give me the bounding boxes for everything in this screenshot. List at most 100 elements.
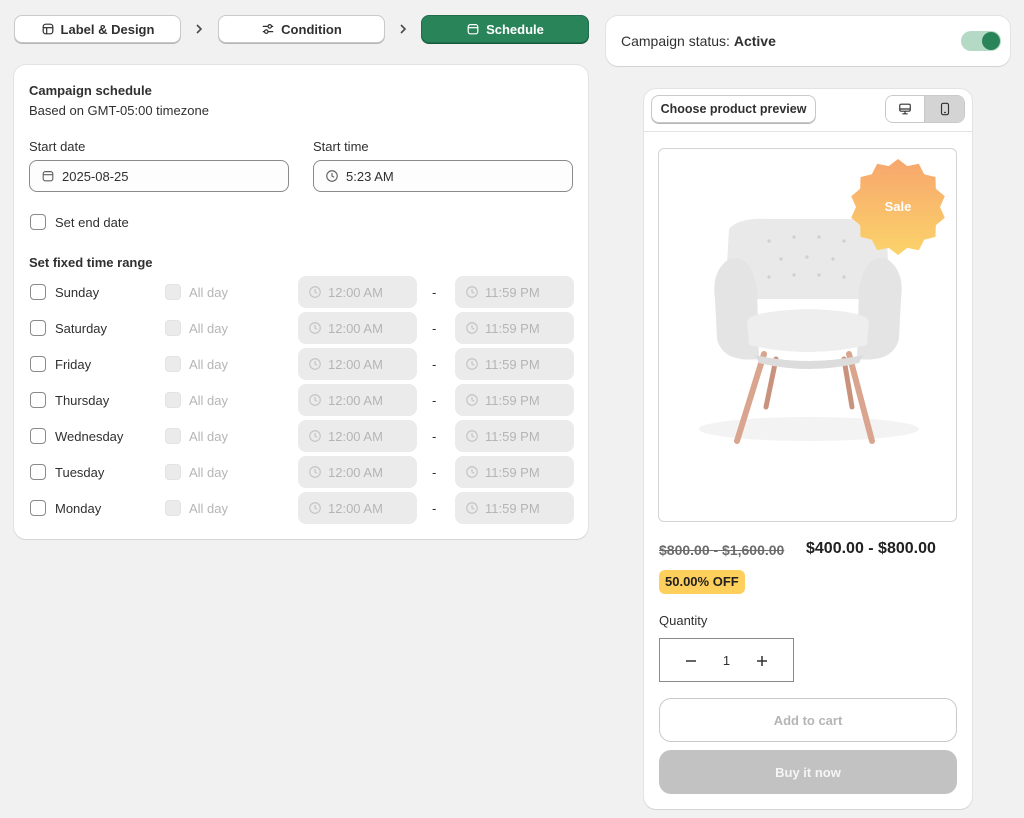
to-time-field[interactable]: 11:59 PM [455,420,574,452]
step-schedule[interactable]: Schedule [421,15,589,43]
all-day-checkbox[interactable] [165,320,181,336]
clock-icon [309,286,321,298]
all-day-checkbox[interactable] [165,464,181,480]
plus-icon[interactable] [755,654,769,668]
calendar-icon [467,24,479,35]
to-time-value: 11:59 PM [485,392,540,408]
sliders-icon [262,24,274,34]
all-day-checkbox[interactable] [165,428,181,444]
to-time-field[interactable]: 11:59 PM [455,348,574,380]
from-time-value: 12:00 AM [328,500,383,516]
sale-badge: Sale [848,157,948,257]
all-day-checkbox[interactable] [165,392,181,408]
start-time-label: Start time [313,139,369,154]
to-time-field[interactable]: 11:59 PM [455,492,574,524]
step-label: Condition [281,21,342,37]
all-day-label: All day [189,321,229,336]
all-day-label: All day [189,465,229,480]
clock-icon [466,502,478,514]
day-label: Monday [55,501,102,516]
from-time-field[interactable]: 12:00 AM [298,312,417,344]
chevron-right-icon [400,24,407,34]
all-day-label: All day [189,357,229,372]
buy-now-button[interactable]: Buy it now [659,750,957,794]
day-checkbox[interactable] [30,500,46,516]
preview-card: Choose product preview Sale $800.00 - $1… [644,89,972,809]
day-checkbox[interactable] [30,464,46,480]
from-time-value: 12:00 AM [328,356,383,372]
mobile-icon [940,102,949,116]
add-to-cart-button[interactable]: Add to cart [659,698,957,742]
day-checkbox[interactable] [30,320,46,336]
all-day-checkbox[interactable] [165,284,181,300]
status-toggle[interactable] [961,31,1001,51]
clock-icon [309,466,321,478]
from-time-field[interactable]: 12:00 AM [298,492,417,524]
mobile-view-button[interactable] [925,96,964,122]
from-time-field[interactable]: 12:00 AM [298,276,417,308]
to-time-field[interactable]: 11:59 PM [455,456,574,488]
day-checkbox[interactable] [30,284,46,300]
from-time-value: 12:00 AM [328,320,383,336]
from-time-value: 12:00 AM [328,428,383,444]
day-label: Wednesday [55,429,124,444]
sale-price: $400.00 - $800.00 [806,540,936,557]
range-separator: - [432,465,437,480]
all-day-checkbox[interactable] [165,500,181,516]
day-label: Saturday [55,321,108,336]
to-time-field[interactable]: 11:59 PM [455,384,574,416]
label-icon [42,23,53,35]
end-date-checkbox[interactable] [30,214,46,230]
clock-icon [309,358,321,370]
status-value: Active [733,33,776,49]
status-card: Campaign status: Active [606,16,1010,66]
to-time-field[interactable]: 11:59 PM [455,312,574,344]
quantity-stepper: 1 [659,638,794,682]
clock-icon [466,466,478,478]
quantity-value[interactable]: 1 [660,653,793,668]
to-time-value: 11:59 PM [485,464,540,480]
to-time-value: 11:59 PM [485,428,540,444]
buy-now-label: Buy it now [775,764,841,780]
from-time-field[interactable]: 12:00 AM [298,348,417,380]
timezone-text: Based on GMT-05:00 timezone [29,103,209,118]
sale-badge-text: Sale [884,199,912,214]
day-checkbox[interactable] [30,392,46,408]
choose-preview-button[interactable]: Choose product preview [651,95,816,123]
start-date-value: 2025-08-25 [62,168,129,184]
schedule-card: Campaign schedule Based on GMT-05:00 tim… [14,65,588,539]
day-label: Friday [55,357,92,372]
all-day-label: All day [189,429,229,444]
from-time-field[interactable]: 12:00 AM [298,420,417,452]
range-separator: - [432,429,437,444]
start-time-field[interactable]: 5:23 AM [313,160,573,192]
to-time-field[interactable]: 11:59 PM [455,276,574,308]
clock-icon [466,394,478,406]
from-time-value: 12:00 AM [328,464,383,480]
step-label: Schedule [486,21,544,37]
add-to-cart-label: Add to cart [773,712,843,728]
step-condition[interactable]: Condition [218,15,385,43]
day-label: Sunday [55,285,100,300]
clock-icon [309,322,321,334]
schedule-title: Campaign schedule [29,83,152,98]
desktop-view-button[interactable] [886,96,926,122]
start-date-field[interactable]: 2025-08-25 [29,160,289,192]
all-day-checkbox[interactable] [165,356,181,372]
to-time-value: 11:59 PM [485,284,540,300]
from-time-field[interactable]: 12:00 AM [298,384,417,416]
preview-divider [644,131,972,132]
clock-icon [466,358,478,370]
clock-icon [466,322,478,334]
from-time-value: 12:00 AM [328,284,383,300]
from-time-field[interactable]: 12:00 AM [298,456,417,488]
day-checkbox[interactable] [30,428,46,444]
day-checkbox[interactable] [30,356,46,372]
step-label: Label & Design [60,21,155,37]
clock-icon [309,394,321,406]
to-time-value: 11:59 PM [485,500,540,516]
step-label-design[interactable]: Label & Design [14,15,181,43]
choose-preview-label: Choose product preview [660,102,807,116]
device-toggle [885,95,965,123]
status-label: Campaign status: [621,33,730,49]
